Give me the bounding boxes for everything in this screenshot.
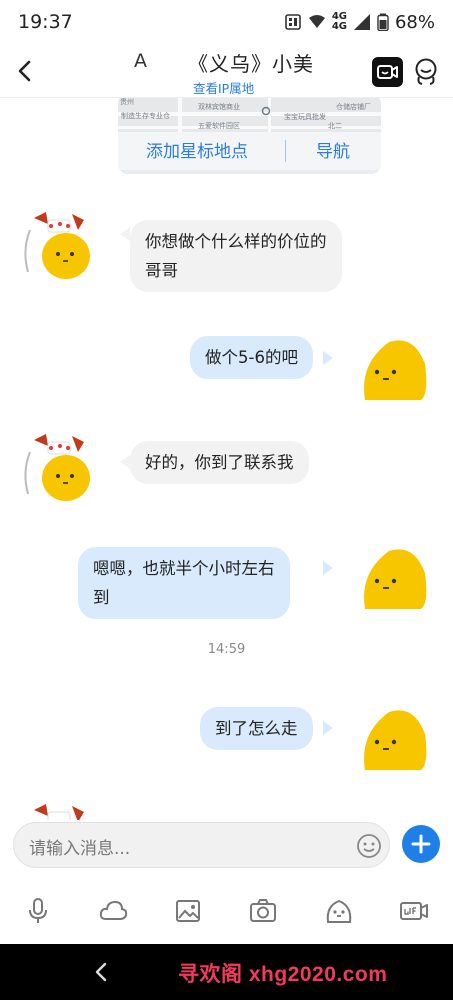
divider bbox=[285, 140, 286, 162]
wifi-icon bbox=[308, 15, 325, 28]
message-input-placeholder: 请输入消息... bbox=[29, 839, 131, 859]
outgoing-message[interactable]: 嗯嗯，也就半个小时左右 到 bbox=[78, 547, 290, 619]
message-text: 到 bbox=[93, 588, 110, 607]
video-camera-icon bbox=[377, 65, 398, 79]
message-text: 哥哥 bbox=[145, 261, 178, 280]
gif-icon[interactable] bbox=[399, 896, 429, 926]
page-title: 《义乌》小美 bbox=[188, 52, 314, 76]
sticker-icon[interactable] bbox=[324, 896, 354, 926]
map-label: 五爱软件园区 bbox=[198, 122, 240, 130]
outgoing-message[interactable]: 做个5-6的吧 bbox=[190, 336, 313, 379]
contact-avatar[interactable] bbox=[20, 802, 90, 820]
incoming-message[interactable]: 好的，你到了联系我 bbox=[130, 441, 309, 484]
message-list[interactable]: 双林宾馆商业 制造生存专业仓 五爱软件园区 宝宝玩具批发 仓储店铺厂 贵州 北二… bbox=[0, 98, 453, 820]
message-text: 好的，你到了联系我 bbox=[145, 453, 294, 472]
video-call-button[interactable] bbox=[372, 57, 403, 87]
user-avatar[interactable] bbox=[359, 543, 429, 613]
outgoing-message[interactable]: 到了怎么走 bbox=[200, 707, 313, 750]
map-marker-icon bbox=[261, 106, 271, 116]
map-label: 北二 bbox=[328, 122, 342, 130]
user-avatar[interactable] bbox=[359, 334, 429, 404]
profile-icon[interactable] bbox=[413, 57, 439, 87]
message-text: 嗯嗯，也就半个小时左右 bbox=[93, 559, 275, 578]
add-star-location-button[interactable]: 添加星标地点 bbox=[146, 137, 248, 162]
emoji-icon[interactable] bbox=[356, 833, 382, 859]
chat-header: A 《义乌》小美 查看IP属地 bbox=[0, 44, 453, 98]
map-label: 仓储店铺厂 bbox=[336, 103, 371, 111]
cloud-icon[interactable] bbox=[98, 896, 128, 926]
status-icons: 4G 4G 68% bbox=[284, 12, 435, 33]
map-label: 贵州 bbox=[120, 98, 134, 106]
microphone-icon[interactable] bbox=[23, 896, 53, 926]
ip-location-link[interactable]: 查看IP属地 bbox=[193, 78, 254, 97]
system-nav-bar: 寻欢阁 xhg2020.com bbox=[0, 944, 453, 1000]
message-timestamp: 14:59 bbox=[207, 642, 246, 657]
sim-icon bbox=[285, 14, 301, 30]
contact-avatar[interactable] bbox=[20, 432, 90, 502]
location-card[interactable]: 双林宾馆商业 制造生存专业仓 五爱软件园区 宝宝玩具批发 仓储店铺厂 贵州 北二… bbox=[118, 98, 381, 174]
incoming-message[interactable]: 你想做个什么样的价位的 哥哥 bbox=[130, 220, 342, 292]
status-time: 19:37 bbox=[18, 11, 73, 33]
nav-back-icon[interactable] bbox=[92, 960, 112, 984]
plus-icon bbox=[411, 834, 431, 854]
map-label: 双林宾馆商业 bbox=[198, 103, 240, 111]
camera-icon[interactable] bbox=[248, 896, 278, 926]
composer: 请输入消息... bbox=[0, 820, 453, 872]
image-icon[interactable] bbox=[173, 896, 203, 926]
input-toolbar bbox=[0, 888, 453, 936]
network-type: 4G 4G bbox=[332, 12, 347, 32]
message-text: 你想做个什么样的价位的 bbox=[145, 232, 327, 251]
network-type-2: 4G bbox=[331, 21, 347, 32]
map-label: 宝宝玩具批发 bbox=[284, 113, 326, 121]
status-bar: 19:37 4G 4G 68% bbox=[0, 0, 453, 44]
user-avatar[interactable] bbox=[359, 704, 429, 774]
message-text: 做个5-6的吧 bbox=[205, 348, 298, 367]
add-button[interactable] bbox=[402, 825, 440, 863]
map-actions: 添加星标地点 导航 bbox=[118, 132, 381, 170]
message-input[interactable]: 请输入消息... bbox=[13, 822, 390, 868]
contact-initial: A bbox=[134, 50, 147, 72]
battery-icon bbox=[377, 13, 389, 31]
battery-level: 68% bbox=[394, 11, 435, 33]
signal-icon bbox=[353, 14, 370, 30]
watermark: 寻欢阁 xhg2020.com bbox=[178, 963, 388, 986]
map-label: 制造生存专业仓 bbox=[121, 112, 170, 120]
navigate-button[interactable]: 导航 bbox=[316, 137, 350, 162]
message-text: 到了怎么走 bbox=[215, 719, 298, 738]
contact-avatar[interactable] bbox=[20, 210, 90, 280]
back-icon[interactable] bbox=[12, 56, 38, 86]
